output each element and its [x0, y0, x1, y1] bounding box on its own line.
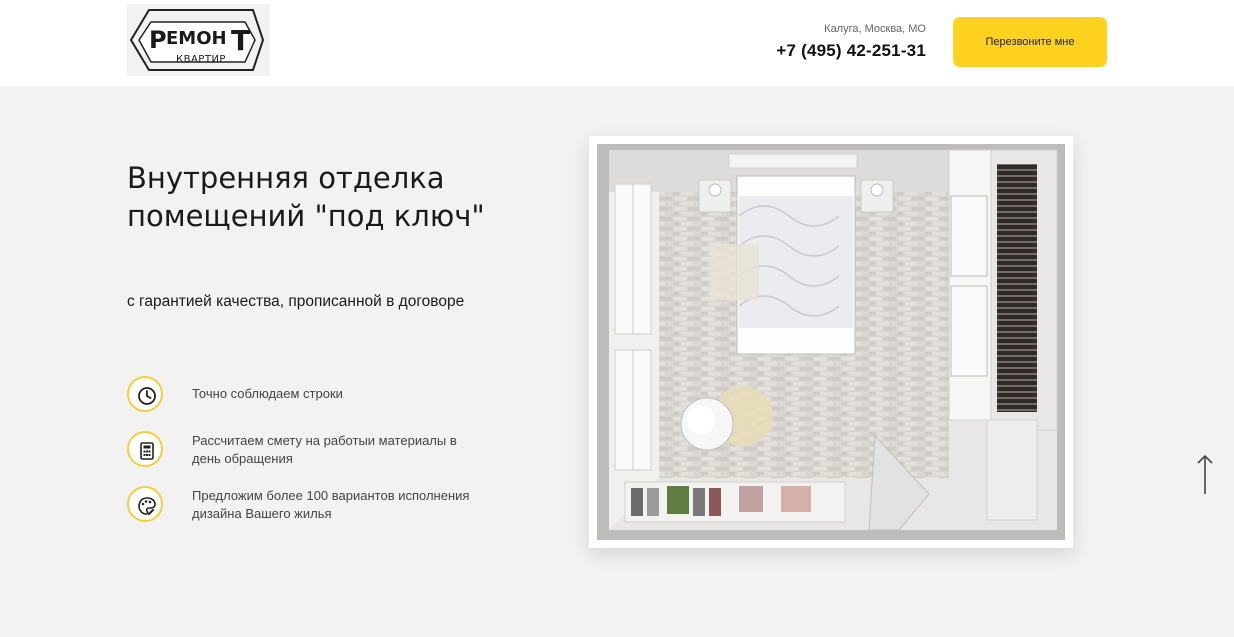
feature-text: Рассчитаем смету на работыи материалы в … — [192, 433, 457, 466]
site-header: P EMOH T КВАРТИР Калуга, Москва, МО +7 (… — [0, 0, 1234, 86]
site-logo[interactable]: P EMOH T КВАРТИР — [127, 4, 270, 76]
scroll-to-top-button[interactable] — [1191, 452, 1219, 498]
svg-text:T: T — [231, 24, 250, 57]
phone-number[interactable]: +7 (495) 42-251-31 — [776, 41, 926, 61]
city-list: Калуга, Москва, МО — [824, 23, 926, 35]
clock-icon — [127, 376, 163, 412]
callback-button[interactable]: Перезвоните мне — [953, 17, 1107, 67]
room-render-image — [589, 136, 1073, 548]
hero-title: Внутренняя отделка помещений "под ключ" — [127, 161, 485, 233]
contacts-block: Калуга, Москва, МО +7 (495) 42-251-31 — [776, 22, 926, 61]
svg-text:EMOH: EMOH — [166, 28, 227, 49]
svg-text:КВАРТИР: КВАРТИР — [176, 54, 226, 65]
arrow-up-icon — [1197, 454, 1213, 494]
palette-icon — [127, 486, 163, 522]
feature-text: Предложим более 100 вариантов исполнения… — [192, 488, 470, 521]
feature-text: Точно соблюдаем строки — [192, 386, 343, 401]
hero-section: Внутренняя отделка помещений "под ключ" … — [0, 86, 1234, 637]
hero-subtitle: с гарантией качества, прописанной в дого… — [127, 293, 465, 310]
calculator-icon — [127, 431, 163, 467]
svg-text:P: P — [149, 26, 167, 54]
